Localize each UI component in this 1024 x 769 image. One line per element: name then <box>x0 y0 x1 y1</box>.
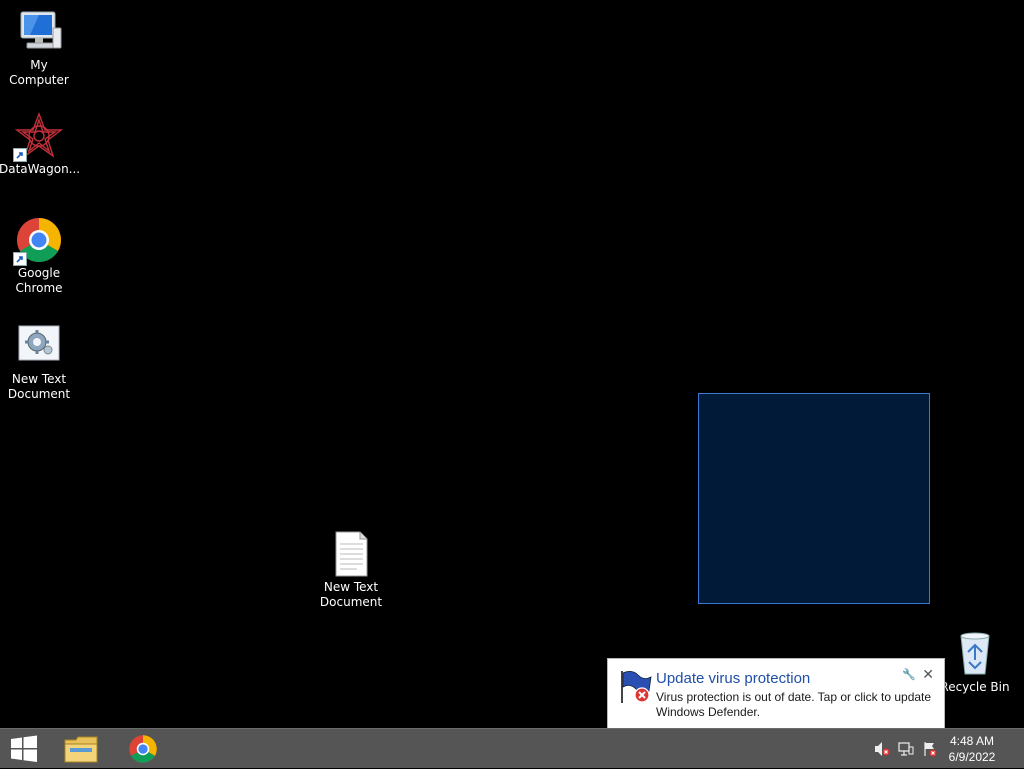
network-icon[interactable] <box>898 741 914 757</box>
shortcut-arrow-icon <box>13 148 27 162</box>
icon-label: New Text Document <box>7 372 71 401</box>
notification-body: Virus protection is out of date. Tap or … <box>656 690 932 719</box>
chrome-icon <box>13 216 63 266</box>
notification-close-button[interactable]: ✕ <box>922 667 934 683</box>
desktop-icon-google-chrome[interactable]: Google Chrome <box>0 216 79 296</box>
clock-time: 4:48 AM <box>949 734 995 748</box>
windows-logo-icon <box>11 735 37 762</box>
icon-label: My Computer <box>9 58 69 87</box>
computer-icon <box>15 8 63 56</box>
desktop-icon-datawagon[interactable]: DataWagon... <box>0 112 81 177</box>
desktop-icon-new-text-document-1[interactable]: New Text Document <box>0 322 79 402</box>
text-document-icon <box>327 530 375 578</box>
clock-date: 6/9/2022 <box>948 750 996 764</box>
file-explorer-button[interactable] <box>58 729 104 769</box>
selection-rectangle <box>698 393 930 604</box>
notification-toast[interactable]: Update virus protection Virus protection… <box>607 658 945 729</box>
desktop-icon-recycle-bin[interactable]: Recycle Bin <box>935 630 1015 695</box>
defender-warning-icon <box>618 669 654 705</box>
icon-label: Recycle Bin <box>940 680 1010 694</box>
start-button[interactable] <box>0 729 48 769</box>
taskbar: 4:48 AM 6/9/2022 <box>0 728 1024 768</box>
shortcut-arrow-icon <box>13 252 27 266</box>
volume-muted-icon[interactable] <box>874 741 890 757</box>
datawagon-icon <box>13 112 64 162</box>
recycle-bin-icon <box>951 630 999 678</box>
chrome-icon <box>129 735 157 763</box>
icon-label: New Text Document <box>319 580 383 609</box>
gear-document-icon <box>15 322 63 370</box>
desktop-icon-new-text-document-2[interactable]: New Text Document <box>311 530 391 610</box>
system-clock[interactable]: 4:48 AM 6/9/2022 <box>942 733 1002 765</box>
desktop-icon-my-computer[interactable]: My Computer <box>0 8 79 88</box>
notification-title: Update virus protection <box>656 670 811 687</box>
notification-settings-icon[interactable]: 🔧 <box>902 668 916 681</box>
chrome-taskbar-button[interactable] <box>120 729 166 769</box>
folder-icon <box>64 736 98 763</box>
icon-label: DataWagon... <box>0 162 81 176</box>
action-center-icon[interactable] <box>922 741 938 757</box>
icon-label: Google Chrome <box>15 266 63 295</box>
